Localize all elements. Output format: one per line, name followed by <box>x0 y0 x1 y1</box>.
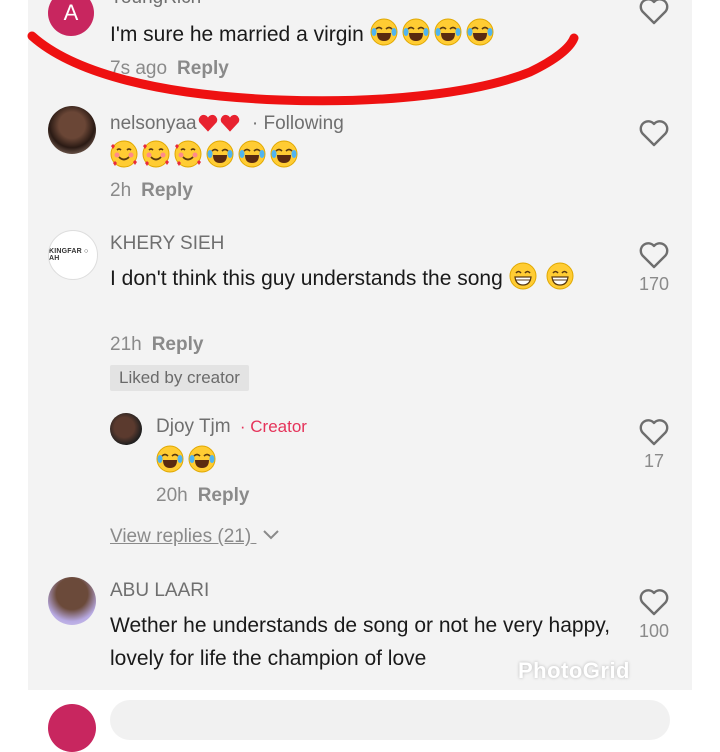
reply-button[interactable]: Reply <box>141 180 193 201</box>
comment-time: 20h <box>156 485 188 506</box>
comment-username[interactable]: KHERY SIEH <box>110 233 224 255</box>
view-replies-label: View replies (21) <box>110 526 252 547</box>
laughing-emoji <box>156 445 184 473</box>
comment-time: 2h <box>110 180 132 201</box>
smiling-hearts-emoji <box>110 140 138 168</box>
view-replies-link[interactable]: View replies (21) <box>110 526 280 548</box>
comment-item: A YoungRich I'm sure he married a virgin… <box>28 0 692 95</box>
heart-icon[interactable] <box>638 587 670 617</box>
heart-icon[interactable] <box>638 417 670 447</box>
comment-meta: 2h Reply <box>110 180 193 202</box>
red-heart-emoji <box>197 112 219 134</box>
avatar-letter: A <box>63 0 79 25</box>
like-count: 100 <box>638 621 670 641</box>
comment-meta: 7s ago Reply <box>110 58 229 80</box>
comment-username[interactable]: YoungRich <box>110 0 201 9</box>
avatar[interactable] <box>48 106 96 154</box>
comment-username: Djoy Tjm · Creator <box>156 416 307 438</box>
chevron-down-icon <box>263 530 280 540</box>
laughing-emoji <box>434 18 462 46</box>
following-label[interactable]: · Following <box>252 113 344 134</box>
heart-icon[interactable] <box>638 118 670 148</box>
like-count: 17 <box>643 451 665 471</box>
watermark: PhotoGrid <box>517 658 630 683</box>
avatar-text: KINGFAR ○ AH <box>49 248 89 262</box>
reply-button[interactable]: Reply <box>177 58 229 79</box>
comment-item: nelsonyaa · Following 2h Reply <box>28 100 692 210</box>
laughing-emoji <box>206 140 234 168</box>
heart-icon[interactable] <box>638 240 670 270</box>
comment-text: I don't think this guy understands the s… <box>110 262 610 295</box>
avatar[interactable]: A <box>48 0 94 36</box>
avatar <box>48 704 96 752</box>
comment-time: 7s ago <box>110 58 168 79</box>
avatar[interactable]: KINGFAR ○ AH <box>48 230 98 280</box>
grin-emoji <box>509 262 537 290</box>
laughing-emoji <box>402 18 430 46</box>
comment-input[interactable] <box>110 700 670 740</box>
comment-meta: 20h Reply <box>156 485 249 507</box>
comments-panel: A YoungRich I'm sure he married a virgin… <box>28 0 692 690</box>
comment-time: 21h <box>110 334 142 355</box>
reply-button[interactable]: Reply <box>152 334 204 355</box>
red-heart-emoji <box>219 112 241 134</box>
creator-label: · Creator <box>239 417 307 436</box>
username-text[interactable]: Djoy Tjm <box>156 416 231 437</box>
username-text[interactable]: nelsonyaa <box>110 113 197 134</box>
reply-item: Djoy Tjm · Creator 20h Reply 17 <box>28 405 692 515</box>
comment-username: nelsonyaa · Following <box>110 112 344 135</box>
heart-icon[interactable] <box>638 0 670 26</box>
like-count: 170 <box>638 274 670 294</box>
laughing-emoji <box>270 140 298 168</box>
reply-button[interactable]: Reply <box>198 485 250 506</box>
comment-text-body: I'm sure he married a virgin <box>110 23 364 46</box>
grin-emoji <box>546 262 574 290</box>
laughing-emoji <box>466 18 494 46</box>
avatar[interactable] <box>48 577 96 625</box>
comment-meta: 21h Reply <box>110 334 203 356</box>
comment-text <box>156 445 220 478</box>
smiling-hearts-emoji <box>174 140 202 168</box>
comment-username[interactable]: ABU LAARI <box>110 580 209 602</box>
comment-input-bar <box>0 690 720 752</box>
liked-by-creator-badge: Liked by creator <box>110 365 249 391</box>
laughing-emoji <box>188 445 216 473</box>
laughing-emoji <box>370 18 398 46</box>
smiling-hearts-emoji <box>142 140 170 168</box>
comment-text-body: I don't think this guy understands the s… <box>110 267 503 290</box>
comment-text <box>110 140 302 173</box>
comment-text: I'm sure he married a virgin <box>110 18 498 51</box>
comment-item: KINGFAR ○ AH KHERY SIEH I don't think th… <box>28 228 692 398</box>
laughing-emoji <box>238 140 266 168</box>
avatar[interactable] <box>110 413 142 445</box>
